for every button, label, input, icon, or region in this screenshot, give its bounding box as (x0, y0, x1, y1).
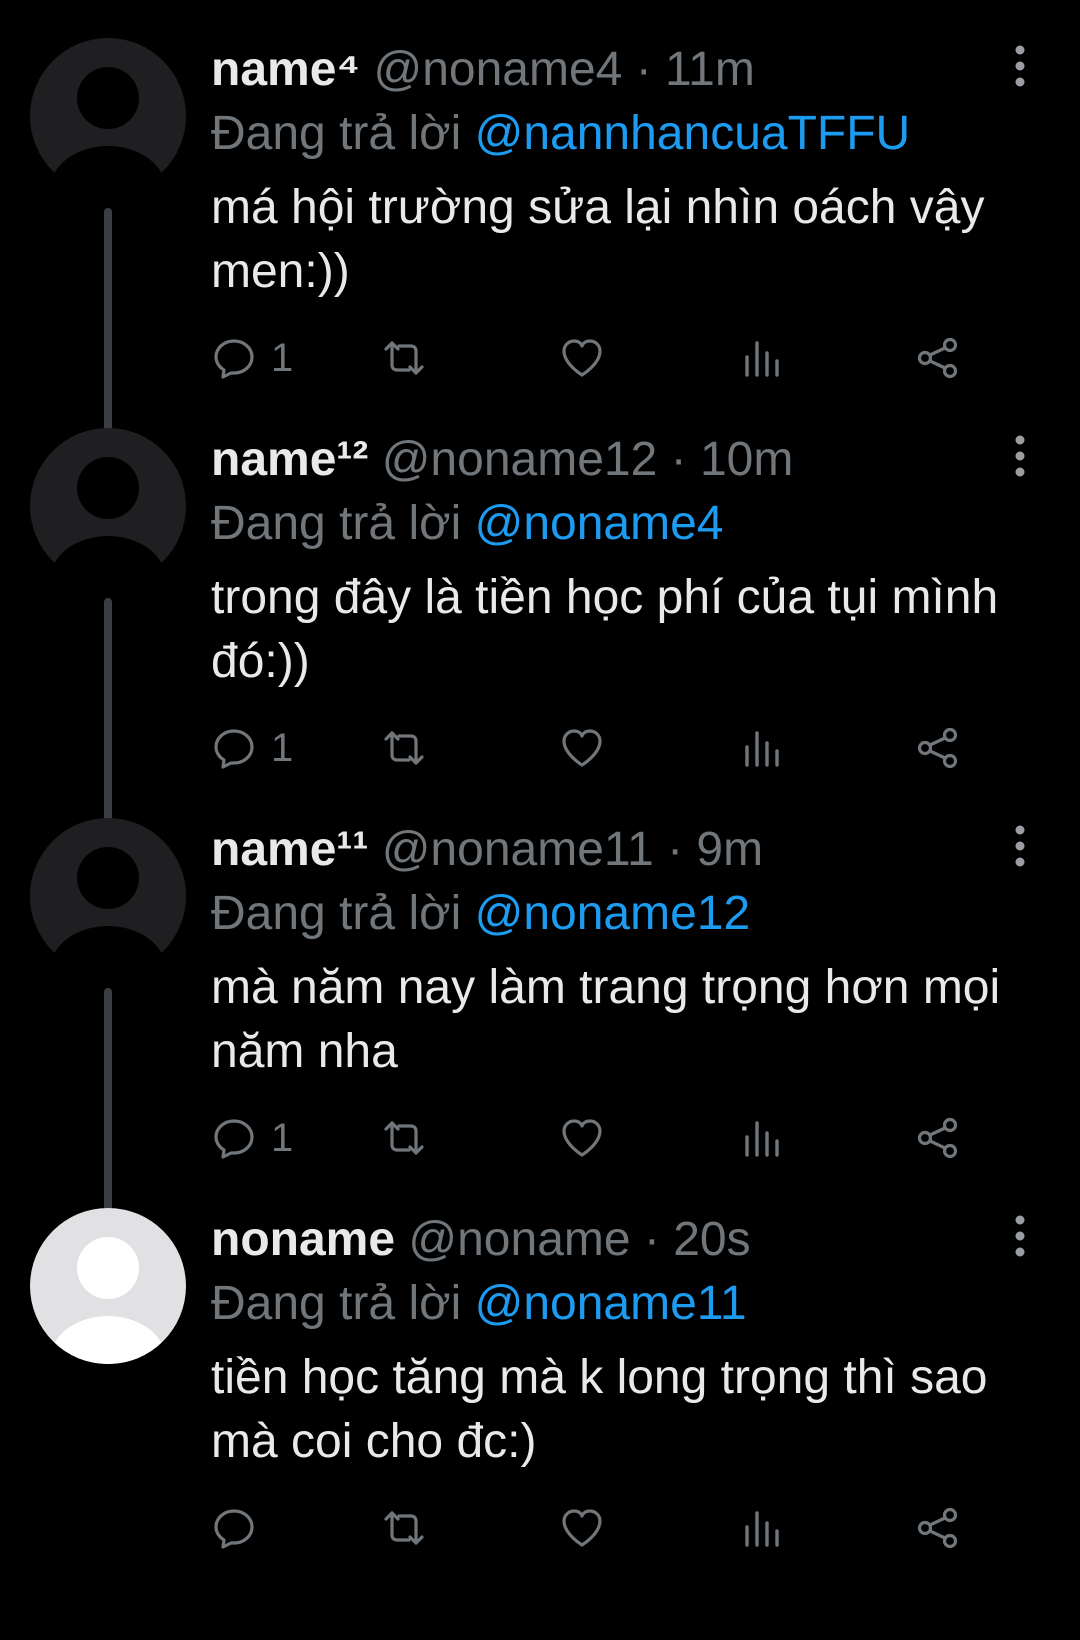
reply-button[interactable]: 1 (211, 330, 293, 386)
retweet-button[interactable] (381, 1110, 427, 1166)
views-icon (745, 1121, 779, 1157)
share-button[interactable] (915, 330, 961, 386)
like-button[interactable] (559, 1110, 605, 1166)
like-icon (562, 1119, 602, 1157)
retweet-icon (384, 1121, 424, 1155)
timestamp[interactable]: 11m (665, 43, 755, 96)
retweet-icon (384, 341, 424, 375)
share-icon (917, 1117, 958, 1159)
separator-dot: · (643, 1213, 674, 1266)
tweet-actions (211, 1500, 1011, 1556)
views-button[interactable] (739, 330, 785, 386)
replying-to-label: Đang trả lời (211, 1277, 462, 1330)
display-name[interactable]: noname (211, 1213, 395, 1266)
share-icon (917, 727, 958, 769)
reply-button[interactable]: 1 (211, 1110, 293, 1166)
default-avatar-icon (30, 428, 186, 584)
share-button[interactable] (915, 1500, 961, 1556)
replying-to-label: Đang trả lời (211, 887, 462, 940)
reply-icon (214, 1119, 254, 1159)
views-icon (745, 1511, 779, 1547)
like-icon (562, 1509, 602, 1547)
tweet[interactable]: name¹² @noname12 · 10m Đang trả lời @non… (0, 390, 1080, 842)
default-avatar-icon (30, 818, 186, 974)
share-icon (917, 1507, 958, 1549)
views-button[interactable] (739, 720, 785, 776)
views-icon (745, 731, 779, 767)
like-button[interactable] (559, 720, 605, 776)
user-handle[interactable]: @noname (408, 1213, 630, 1266)
share-button[interactable] (915, 1110, 961, 1166)
tweet[interactable]: noname @noname · 20s Đang trả lời @nonam… (0, 1170, 1080, 1577)
reply-count: 1 (271, 725, 294, 770)
reply-button[interactable] (211, 1500, 271, 1556)
replying-to: Đang trả lời @noname4 (211, 495, 723, 553)
display-name[interactable]: name⁴ (211, 43, 360, 96)
user-handle[interactable]: @noname12 (382, 433, 658, 486)
tweet-header: noname @noname · 20s (211, 1212, 960, 1268)
timestamp[interactable]: 20s (673, 1213, 750, 1266)
tweet[interactable]: name¹¹ @noname11 · 9m Đang trả lời @nona… (0, 780, 1080, 1232)
avatar[interactable] (30, 428, 186, 584)
tweet-text: mà năm nay làm trang trọng hơn mọi năm n… (211, 961, 1001, 1078)
user-handle[interactable]: @noname4 (373, 43, 622, 96)
avatar[interactable] (30, 38, 186, 194)
tweet-text: má hội trường sửa lại nhìn oách vậy men:… (211, 181, 985, 298)
reply-count: 1 (271, 335, 294, 380)
replying-to-handle-link[interactable]: @noname12 (475, 887, 751, 940)
reply-icon (214, 1509, 254, 1549)
replying-to: Đang trả lời @noname11 (211, 1275, 747, 1333)
like-button[interactable] (559, 1500, 605, 1556)
replying-to-label: Đang trả lời (211, 107, 462, 160)
replying-to-handle-link[interactable]: @nannhancuaTFFU (475, 107, 911, 160)
display-name[interactable]: name¹¹ (211, 823, 368, 876)
tweet[interactable]: name⁴ @noname4 · 11m Đang trả lời @nannh… (0, 0, 1080, 452)
separator-dot: · (670, 433, 700, 486)
retweet-button[interactable] (381, 330, 427, 386)
default-avatar-icon (30, 1208, 186, 1364)
tweet-actions: 1 (211, 1110, 1011, 1166)
avatar[interactable] (30, 1208, 186, 1364)
retweet-icon (384, 1511, 424, 1545)
reply-icon (214, 339, 254, 379)
avatar[interactable] (30, 818, 186, 974)
share-button[interactable] (915, 720, 961, 776)
separator-dot: · (635, 43, 666, 96)
share-icon (917, 337, 958, 379)
more-options-icon[interactable] (1008, 44, 1032, 88)
user-handle[interactable]: @noname11 (382, 823, 654, 876)
like-icon (562, 729, 602, 767)
replying-to-handle-link[interactable]: @noname4 (475, 497, 724, 550)
replying-to: Đang trả lời @noname12 (211, 885, 750, 943)
retweet-button[interactable] (381, 720, 427, 776)
separator-dot: · (667, 823, 697, 876)
timestamp[interactable]: 9m (696, 823, 763, 876)
views-icon (745, 341, 779, 377)
replying-to-label: Đang trả lời (211, 497, 462, 550)
tweet-header: name¹² @noname12 · 10m (211, 432, 960, 488)
retweet-button[interactable] (381, 1500, 427, 1556)
reply-icon (214, 729, 254, 769)
display-name[interactable]: name¹² (211, 433, 368, 486)
like-icon (562, 339, 602, 377)
replying-to-handle-link[interactable]: @noname11 (475, 1277, 747, 1330)
reply-count: 1 (271, 1115, 294, 1160)
retweet-icon (384, 731, 424, 765)
more-options-icon[interactable] (1008, 1214, 1032, 1258)
tweet-actions: 1 (211, 720, 1011, 776)
reply-button[interactable]: 1 (211, 720, 293, 776)
like-button[interactable] (559, 330, 605, 386)
more-options-icon[interactable] (1008, 434, 1032, 478)
timestamp[interactable]: 10m (700, 433, 793, 486)
more-options-icon[interactable] (1008, 824, 1032, 868)
replying-to: Đang trả lời @nannhancuaTFFU (211, 105, 910, 163)
tweet-header: name¹¹ @noname11 · 9m (211, 822, 960, 878)
default-avatar-icon (30, 38, 186, 194)
tweet-actions: 1 (211, 330, 1011, 386)
views-button[interactable] (739, 1110, 785, 1166)
views-button[interactable] (739, 1500, 785, 1556)
tweet-text: tiền học tăng mà k long trọng thì sao mà… (211, 1351, 988, 1468)
tweet-text: trong đây là tiền học phí của tụi mình đ… (211, 571, 999, 688)
tweet-header: name⁴ @noname4 · 11m (211, 42, 960, 98)
